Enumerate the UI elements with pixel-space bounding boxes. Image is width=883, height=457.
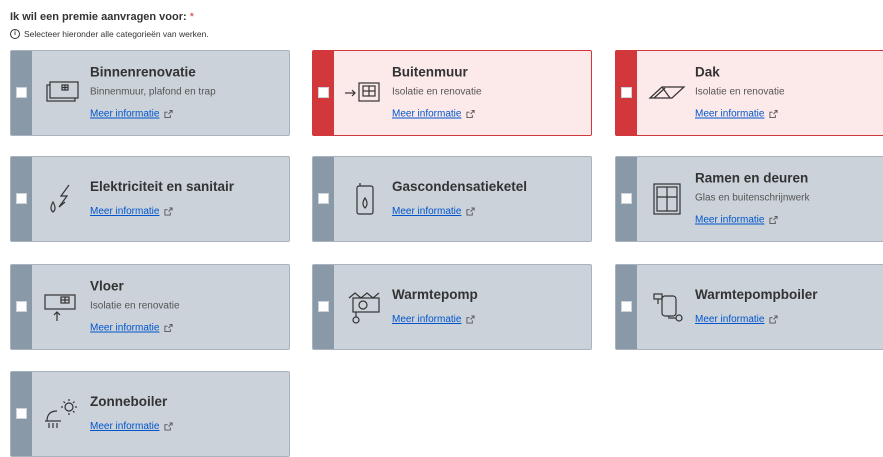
category-checkbox[interactable] bbox=[621, 301, 632, 312]
category-checkbox[interactable] bbox=[621, 193, 632, 204]
required-mark: * bbox=[189, 11, 194, 23]
card-description: Isolatie en renovatie bbox=[90, 300, 180, 312]
category-card-dak[interactable]: Dak Isolatie en renovatie Meer informatie bbox=[615, 50, 883, 136]
heat-pump-icon bbox=[341, 290, 387, 324]
card-content: Warmtepomp Meer informatie bbox=[392, 287, 585, 327]
more-info-link[interactable]: Meer informatie bbox=[90, 108, 174, 120]
card-content: Buitenmuur Isolatie en renovatie Meer info… bbox=[392, 65, 585, 122]
category-grid: Binnenrenovatie Binnenmuur, plafond en tr… bbox=[10, 50, 883, 457]
question-label: Ik wil een premie aanvragen voor: * bbox=[10, 11, 194, 23]
category-card-gascondensatieketel[interactable]: Gascondensatieketel Meer informatie bbox=[312, 156, 592, 242]
window-icon bbox=[644, 182, 690, 216]
more-info-link[interactable]: Meer informatie bbox=[90, 206, 174, 217]
card-title: Ramen en deuren bbox=[695, 170, 809, 186]
more-info-label: Meer informatie bbox=[90, 322, 160, 334]
card-content: Dak Isolatie en renovatie Meer informatie bbox=[695, 65, 883, 122]
floor-icon bbox=[39, 290, 85, 324]
card-description: Isolatie en renovatie bbox=[392, 86, 482, 98]
card-content: Vloer Isolatie en renovatie Meer informati… bbox=[90, 279, 283, 336]
category-checkbox[interactable] bbox=[318, 87, 329, 98]
hint-text: Selecteer hieronder alle categorieën van… bbox=[24, 29, 209, 39]
exterior-wall-icon bbox=[341, 76, 387, 110]
category-checkbox[interactable] bbox=[16, 87, 27, 98]
more-info-link[interactable]: Meer informatie bbox=[90, 322, 174, 334]
card-content: Gascondensatieketel Meer informatie bbox=[392, 179, 585, 219]
external-link-icon bbox=[164, 323, 174, 333]
category-checkbox[interactable] bbox=[16, 301, 27, 312]
card-title: Binnenrenovatie bbox=[90, 64, 196, 80]
external-link-icon bbox=[769, 109, 779, 119]
external-link-icon bbox=[164, 422, 174, 431]
electricity-water-icon bbox=[39, 182, 85, 216]
more-info-link[interactable]: Meer informatie bbox=[695, 108, 779, 120]
category-card-buitenmuur[interactable]: Buitenmuur Isolatie en renovatie Meer info… bbox=[312, 50, 592, 136]
more-info-label: Meer informatie bbox=[90, 108, 160, 120]
interior-wall-icon bbox=[39, 76, 85, 110]
category-card-elektriciteit-en-sanitair[interactable]: Elektriciteit en sanitair Meer informatie bbox=[10, 156, 290, 242]
heat-pump-boiler-icon bbox=[644, 290, 690, 324]
category-card-binnenrenovatie[interactable]: Binnenrenovatie Binnenmuur, plafond en tr… bbox=[10, 50, 290, 136]
more-info-label: Meer informatie bbox=[392, 108, 462, 120]
card-content: Zonneboiler Meer informatie bbox=[90, 394, 283, 434]
external-link-icon bbox=[466, 207, 476, 216]
category-checkbox[interactable] bbox=[318, 193, 329, 204]
card-description: Isolatie en renovatie bbox=[695, 86, 785, 98]
question-hint: i Selecteer hieronder alle categorieën v… bbox=[10, 29, 209, 39]
category-card-ramen-en-deuren[interactable]: Ramen en deuren Glas en buitenschrijnwerk… bbox=[615, 156, 883, 242]
external-link-icon bbox=[164, 109, 174, 119]
card-title: Vloer bbox=[90, 278, 124, 294]
card-title: Zonneboiler bbox=[90, 394, 168, 409]
card-title: Dak bbox=[695, 64, 720, 80]
category-card-warmtepomp[interactable]: Warmtepomp Meer informatie bbox=[312, 264, 592, 350]
external-link-icon bbox=[466, 315, 476, 324]
card-content: Warmtepompboiler Meer informatie bbox=[695, 287, 883, 327]
more-info-link[interactable]: Meer informatie bbox=[392, 206, 476, 217]
card-title: Elektriciteit en sanitair bbox=[90, 179, 235, 194]
category-card-warmtepompboiler[interactable]: Warmtepompboiler Meer informatie bbox=[615, 264, 883, 350]
roof-icon bbox=[644, 76, 690, 110]
more-info-label: Meer informatie bbox=[90, 206, 160, 217]
more-info-label: Meer informatie bbox=[695, 108, 765, 120]
card-content: Binnenrenovatie Binnenmuur, plafond en tr… bbox=[90, 65, 283, 122]
card-content: Ramen en deuren Glas en buitenschrijnwerk… bbox=[695, 171, 883, 228]
card-description: Binnenmuur, plafond en trap bbox=[90, 86, 216, 98]
more-info-label: Meer informatie bbox=[392, 206, 462, 217]
external-link-icon bbox=[466, 109, 476, 119]
category-checkbox[interactable] bbox=[318, 301, 329, 312]
category-card-vloer[interactable]: Vloer Isolatie en renovatie Meer informati… bbox=[10, 264, 290, 350]
category-checkbox[interactable] bbox=[621, 87, 632, 98]
more-info-link[interactable]: Meer informatie bbox=[392, 108, 476, 120]
category-card-zonneboiler[interactable]: Zonneboiler Meer informatie bbox=[10, 371, 290, 457]
more-info-label: Meer informatie bbox=[90, 421, 160, 432]
solar-boiler-icon bbox=[39, 397, 85, 431]
more-info-link[interactable]: Meer informatie bbox=[695, 214, 779, 226]
card-description: Glas en buitenschrijnwerk bbox=[695, 192, 810, 204]
more-info-label: Meer informatie bbox=[392, 314, 462, 325]
card-title: Gascondensatieketel bbox=[392, 179, 528, 194]
more-info-label: Meer informatie bbox=[695, 314, 765, 325]
external-link-icon bbox=[164, 207, 174, 216]
category-checkbox[interactable] bbox=[16, 193, 27, 204]
more-info-link[interactable]: Meer informatie bbox=[695, 314, 779, 325]
more-info-link[interactable]: Meer informatie bbox=[90, 421, 174, 432]
info-icon: i bbox=[10, 29, 20, 39]
card-title: Warmtepomp bbox=[392, 287, 478, 302]
card-content: Elektriciteit en sanitair Meer informatie bbox=[90, 179, 283, 219]
more-info-label: Meer informatie bbox=[695, 214, 765, 226]
category-checkbox[interactable] bbox=[16, 408, 27, 419]
external-link-icon bbox=[769, 315, 779, 324]
card-title: Buitenmuur bbox=[392, 64, 468, 80]
more-info-link[interactable]: Meer informatie bbox=[392, 314, 476, 325]
card-title: Warmtepompboiler bbox=[695, 287, 818, 302]
external-link-icon bbox=[769, 215, 779, 225]
boiler-icon bbox=[341, 182, 387, 216]
